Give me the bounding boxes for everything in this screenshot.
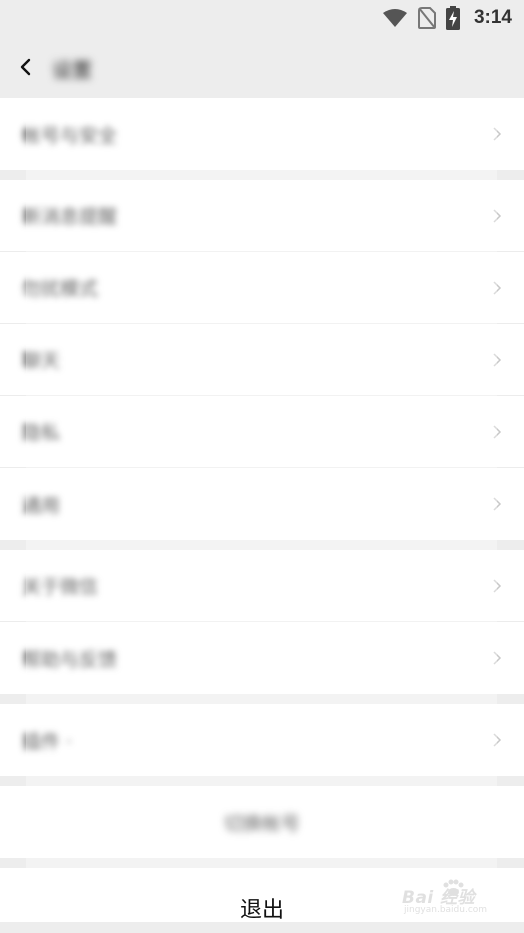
- chevron-right-icon: [493, 578, 502, 593]
- settings-item-help-feedback[interactable]: 帮助与反馈: [0, 622, 524, 694]
- no-sim-icon: [417, 7, 436, 29]
- settings-item-chat[interactable]: 聊天: [0, 324, 524, 396]
- settings-item-label: 关于微信: [22, 576, 99, 598]
- settings-item-general[interactable]: 通用: [0, 468, 524, 540]
- chevron-right-icon: [493, 127, 502, 141]
- chevron-right-icon: [493, 497, 502, 511]
- settings-item-account-security[interactable]: 帐号与安全: [0, 98, 524, 170]
- settings-item-label: 聊天: [22, 350, 61, 372]
- settings-item-plugins[interactable]: 插件 ·: [0, 704, 524, 776]
- group-gap: [0, 858, 524, 868]
- chevron-right-icon: [493, 352, 502, 367]
- settings-item-label: 插件 ·: [22, 730, 73, 753]
- chevron-right-icon: [493, 424, 502, 439]
- chevron-right-icon: [493, 280, 502, 295]
- wifi-icon: [382, 9, 407, 27]
- status-time: 3:14: [473, 7, 512, 28]
- switch-account-label: 切换帐号: [223, 812, 300, 835]
- group-gap: [0, 540, 524, 550]
- page-title: 设置: [52, 58, 92, 82]
- group-gap: [0, 776, 524, 786]
- chevron-right-icon: [493, 208, 502, 223]
- header: 设置: [0, 36, 524, 99]
- battery-charging-icon: [445, 6, 460, 30]
- settings-item-label: 通用: [22, 494, 61, 517]
- group-gap: [0, 694, 524, 704]
- settings-item-do-not-disturb[interactable]: 勿扰模式: [0, 252, 524, 324]
- settings-list: 帐号与安全 新消息提醒 勿扰模式 聊天 隐私 通用 关于微信 帮助与反馈 插件 …: [0, 98, 524, 923]
- settings-item-label: 帮助与反馈: [22, 648, 118, 671]
- settings-item-label: 隐私: [22, 422, 61, 444]
- settings-item-new-message-notify[interactable]: 新消息提醒: [0, 180, 524, 252]
- watermark: Bai 经验 jingyan.baidu.com: [402, 879, 496, 919]
- settings-item-label: 勿扰模式: [22, 278, 99, 300]
- watermark-sub: jingyan.baidu.com: [404, 905, 488, 915]
- settings-item-privacy[interactable]: 隐私: [0, 396, 524, 468]
- settings-item-label: 帐号与安全: [22, 124, 118, 147]
- settings-item-label: 新消息提醒: [22, 206, 118, 228]
- settings-item-about[interactable]: 关于微信: [0, 550, 524, 622]
- group-gap: [0, 170, 524, 180]
- chevron-right-icon: [493, 651, 502, 665]
- status-bar: 3:14: [0, 0, 524, 36]
- logout-label: 退出: [239, 898, 284, 923]
- switch-account-button[interactable]: 切换帐号: [0, 786, 524, 858]
- chevron-right-icon: [493, 733, 502, 747]
- back-icon[interactable]: [14, 55, 38, 79]
